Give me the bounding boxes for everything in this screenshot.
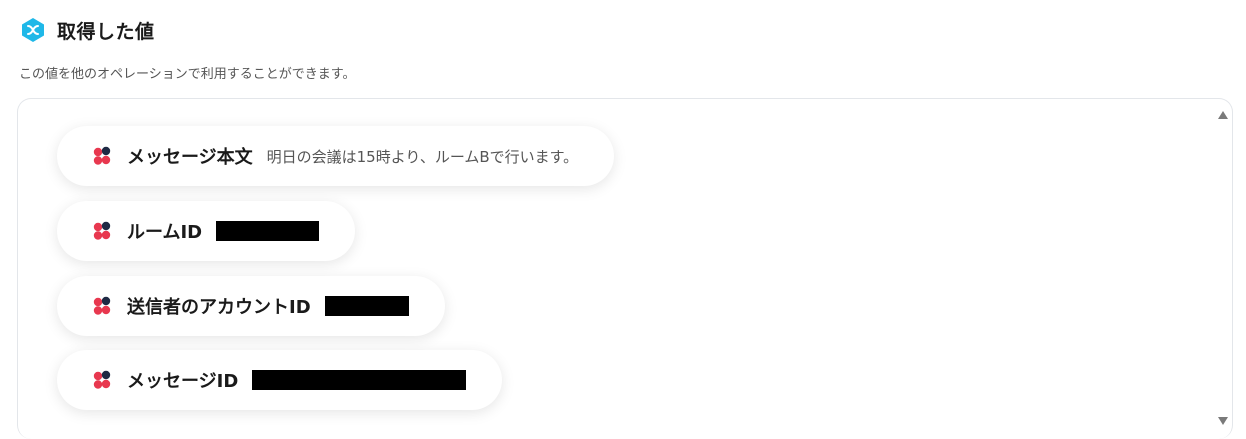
redacted-value [252,370,467,390]
value-chip-message-body[interactable]: メッセージ本文 明日の会議は15時より、ルームBで行います。 [57,126,615,186]
value-chip-value: 明日の会議は15時より、ルームBで行います。 [266,147,579,166]
values-panel: メッセージ本文 明日の会議は15時より、ルームBで行います。 ルームID 送信者… [17,98,1233,439]
page-title: 取得した値 [57,20,155,43]
chatwork-icon [91,220,113,242]
header: 取得した値 [19,16,155,44]
value-chip-room-id[interactable]: ルームID [57,201,356,261]
value-chip-message-id[interactable]: メッセージID [57,350,503,410]
page-description: この値を他のオペレーションで利用することができます。 [19,67,356,82]
redacted-value [216,221,320,241]
redacted-value [324,296,409,316]
app-logo-icon [19,16,47,44]
value-chip-label: 送信者のアカウントID [127,297,311,318]
value-chip-label: メッセージID [127,371,239,392]
value-chip-label: ルームID [127,222,203,243]
scrollbar[interactable] [1214,99,1232,439]
value-chip-sender-account-id[interactable]: 送信者のアカウントID [57,276,445,336]
value-chip-label: メッセージ本文 [127,147,253,168]
chatwork-icon [91,145,113,167]
scroll-down-arrow-icon[interactable] [1218,417,1228,425]
scroll-up-arrow-icon[interactable] [1218,111,1228,119]
chatwork-icon [91,369,113,391]
chatwork-icon [91,295,113,317]
